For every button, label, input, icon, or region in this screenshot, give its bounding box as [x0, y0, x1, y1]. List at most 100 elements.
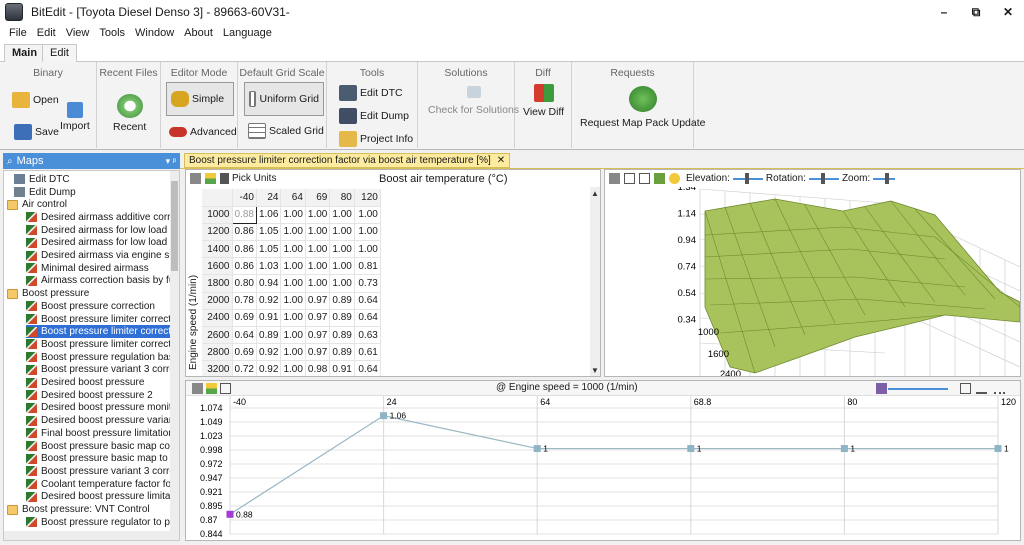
line-chart[interactable]: 1.074 1.049 1.023 0.998 0.972 0.947 0.921 0.895… [186, 396, 1021, 541]
scroll-up-icon[interactable]: ▲ [591, 189, 599, 198]
menu-about[interactable]: About [179, 27, 218, 39]
table-cell[interactable]: 0.97 [305, 292, 331, 310]
table-cell[interactable]: 1.00 [280, 309, 306, 328]
table-cell[interactable]: 1.06 [256, 206, 282, 224]
tree-item[interactable]: Edit DTC [14, 173, 170, 186]
table-cell[interactable]: 0.64 [354, 309, 381, 328]
tree-item[interactable]: Desired airmass for low load (3) [26, 224, 170, 237]
column-header[interactable]: 64 [280, 189, 306, 207]
tree-item[interactable]: Desired airmass additive correc [26, 211, 170, 224]
table-cell[interactable]: 1.00 [329, 223, 355, 242]
move-handle-icon[interactable] [192, 383, 203, 394]
row-header[interactable]: 2800 [202, 343, 233, 362]
tree-item[interactable]: Minimal desired airmass [26, 262, 170, 275]
tree-item[interactable]: Desired boost pressure variant [26, 414, 170, 427]
tree-item[interactable]: Boost pressure limiter correctio [26, 325, 170, 339]
row-header[interactable]: 1200 [202, 223, 233, 242]
table-cell[interactable]: 0.64 [232, 326, 257, 345]
table-cell[interactable]: 0.89 [256, 326, 282, 345]
tree-item[interactable]: Final boost pressure limitation( [26, 427, 170, 440]
restore-button[interactable]: ⧉ [960, 0, 992, 24]
table-cell[interactable]: 1.00 [329, 240, 355, 259]
move-handle-icon[interactable] [190, 173, 201, 184]
column-header[interactable]: 80 [329, 189, 355, 207]
tree-item[interactable]: Boost pressure variant 3 correct [26, 364, 170, 377]
tree-folder[interactable]: Air control [7, 198, 170, 211]
advanced-mode-button[interactable]: Advanced [169, 126, 237, 138]
simple-mode-button[interactable]: Simple [166, 82, 234, 116]
table-cell[interactable]: 0.91 [256, 309, 282, 328]
table-cell[interactable]: 0.89 [329, 343, 355, 362]
tab-edit[interactable]: Edit [42, 44, 77, 62]
table-cell[interactable]: 1.00 [354, 240, 381, 259]
table-cell[interactable]: 0.97 [305, 326, 331, 345]
table-cell[interactable]: 0.64 [354, 360, 381, 376]
move-handle-icon[interactable] [609, 173, 620, 184]
tree-item[interactable]: Boost pressure limiter correctio [26, 313, 170, 326]
tree-item[interactable]: Boost pressure correction [26, 300, 170, 313]
row-header[interactable]: 2000 [202, 292, 233, 310]
project-info-button[interactable]: Project Info [339, 131, 413, 147]
table-cell[interactable]: 0.89 [329, 309, 355, 328]
chart-type-icon[interactable] [876, 383, 887, 394]
close-button[interactable]: ✕ [992, 0, 1024, 24]
tree-item[interactable]: Desired airmass for low load va [26, 237, 170, 250]
request-update-button[interactable]: Request Map Pack Update [580, 86, 706, 129]
row-header[interactable]: 2600 [202, 326, 233, 345]
edit-dump-button[interactable]: Edit Dump [339, 108, 409, 124]
table-cell[interactable]: 1.00 [354, 206, 381, 224]
surface-plot[interactable]: 1.34 1.14 0.94 0.74 0.54 0.34 1000 1600 2400 [605, 187, 1021, 377]
tree-item[interactable]: Boost pressure basic map corre [26, 440, 170, 453]
row-header[interactable]: 2400 [202, 309, 233, 328]
table-cell[interactable]: 0.73 [354, 274, 381, 293]
table-cell[interactable]: 0.92 [256, 343, 282, 362]
check-solutions-button[interactable]: Check for Solutions [428, 86, 519, 116]
table-cell[interactable]: 1.05 [256, 223, 282, 242]
table-cell[interactable]: 0.86 [232, 223, 257, 242]
tree-item[interactable]: Boost pressure limiter correctio [26, 338, 170, 351]
table-cell[interactable]: 1.00 [280, 326, 306, 345]
color-scale-icon[interactable] [206, 383, 217, 394]
table-cell[interactable]: 0.69 [232, 309, 257, 328]
tab-main[interactable]: Main [4, 44, 46, 63]
grid-toggle-icon[interactable] [624, 173, 635, 184]
column-header[interactable]: 69 [305, 189, 331, 207]
table-cell[interactable]: 0.78 [232, 292, 257, 310]
tree-item[interactable]: Desired boost pressure [26, 376, 170, 389]
rotation-slider[interactable] [808, 172, 839, 184]
table-cell[interactable]: 0.72 [232, 360, 257, 376]
table-cell[interactable]: 1.00 [280, 343, 306, 362]
table-cell[interactable]: 0.86 [232, 257, 257, 276]
table-cell[interactable]: 0.92 [256, 360, 282, 376]
zoom-slider[interactable] [873, 172, 896, 184]
table-cell[interactable]: 1.00 [329, 206, 355, 224]
save-button[interactable]: Save [14, 124, 59, 140]
tree-item[interactable]: Desired boost pressure monitor [26, 402, 170, 415]
table-cell[interactable]: 0.63 [354, 326, 381, 345]
row-header[interactable]: 3200 [202, 360, 233, 376]
color-scale-icon[interactable] [205, 173, 216, 184]
tree-item[interactable]: Boost pressure basic map to lim [26, 452, 170, 465]
grid-vertical-scrollbar[interactable]: ▲ ▼ [590, 187, 600, 376]
menu-edit[interactable]: Edit [32, 27, 61, 39]
table-cell[interactable]: 1.00 [305, 257, 331, 276]
table-cell[interactable]: 1.00 [305, 240, 331, 259]
table-cell[interactable]: 1.00 [280, 206, 306, 224]
tree-item[interactable]: Edit Dump [14, 186, 170, 199]
table-cell[interactable]: 0.92 [256, 292, 282, 310]
table-cell[interactable]: 0.89 [329, 326, 355, 345]
table-cell[interactable]: 1.00 [280, 257, 306, 276]
minimize-button[interactable]: – [928, 0, 960, 24]
table-cell[interactable]: 0.94 [256, 274, 282, 293]
import-button[interactable]: Import [60, 102, 90, 132]
scroll-down-icon[interactable]: ▼ [591, 366, 599, 375]
menu-tools[interactable]: Tools [94, 27, 130, 39]
table-cell[interactable]: 0.88 [231, 205, 257, 224]
uniform-grid-button[interactable]: Uniform Grid [244, 82, 324, 116]
table-cell[interactable]: 1.00 [280, 292, 306, 310]
grid-toggle-icon[interactable] [960, 383, 971, 394]
tree-vertical-scrollbar[interactable] [170, 171, 179, 540]
close-tab-icon[interactable]: ✕ [497, 155, 505, 166]
menu-language[interactable]: Language [218, 27, 277, 39]
table-cell[interactable]: 1.03 [256, 257, 282, 276]
